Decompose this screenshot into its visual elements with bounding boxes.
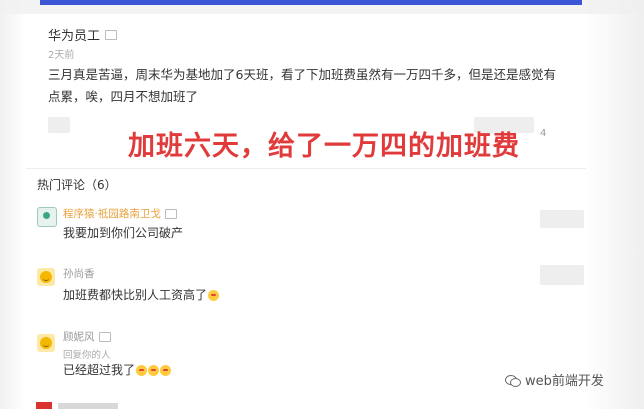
user-badge-icon — [164, 208, 177, 219]
smile-icon — [40, 271, 52, 283]
comment-reply-to: 回复你的人 — [63, 350, 111, 361]
comment-text-row: 已经超过我了 — [63, 361, 172, 378]
avatar[interactable] — [37, 207, 57, 227]
crying-emoji-icon — [148, 365, 160, 376]
overlay-caption: 加班六天，给了一万四的加班费 — [128, 131, 520, 162]
post-content: 三月真是苦逼，周末华为基地加了6天班，看了下加班费虽然有一万四千多，但是还是感觉… — [48, 67, 556, 104]
wechat-icon — [505, 373, 521, 387]
blurred-icon — [48, 117, 70, 133]
user-badge-icon — [98, 331, 111, 342]
left-shadow — [0, 0, 26, 409]
comment-author-name[interactable]: 程序猿·祗园路南卫戈 — [63, 206, 161, 221]
post-time: 2天前 — [48, 50, 75, 61]
smile-icon — [40, 337, 52, 349]
blurred-side-block — [540, 265, 584, 285]
post-author-name[interactable]: 华为员工 — [48, 25, 100, 44]
comment-author-row[interactable]: 顾妮风 — [63, 329, 111, 344]
crying-emoji-icon — [136, 365, 148, 376]
top-bar — [0, 0, 644, 14]
avatar[interactable] — [37, 268, 55, 286]
next-item-text — [58, 403, 118, 409]
reply-count[interactable]: 4 — [540, 128, 546, 139]
next-item-badge — [36, 402, 52, 409]
comment-author-name[interactable]: 孙尚香 — [63, 266, 95, 281]
section-divider — [26, 168, 586, 169]
post-author-row[interactable]: 华为员工 — [48, 25, 118, 44]
right-shadow — [584, 0, 644, 409]
watermark-label: web前端开发 — [525, 374, 604, 389]
comment-text: 加班费都快比别人工资高了 — [63, 288, 208, 302]
watermark: web前端开发 — [505, 370, 604, 389]
comment-text: 已经超过我了 — [63, 363, 136, 377]
comment-text: 我要加到你们公司破产 — [63, 226, 184, 240]
user-badge-icon — [105, 29, 118, 40]
blurred-side-block — [540, 210, 584, 228]
crying-emoji-icon — [160, 365, 172, 376]
comment-text-row: 加班费都快比别人工资高了 — [63, 286, 220, 303]
comment-author-row[interactable]: 孙尚香 — [63, 266, 95, 281]
accent-bar — [40, 0, 582, 5]
avatar[interactable] — [37, 334, 55, 352]
comment-author-row[interactable]: 程序猿·祗园路南卫戈 — [63, 206, 177, 221]
hot-comments-header: 热门评论（6） — [37, 178, 117, 192]
crying-emoji-icon — [208, 290, 220, 301]
comment-author-name[interactable]: 顾妮风 — [63, 329, 95, 344]
